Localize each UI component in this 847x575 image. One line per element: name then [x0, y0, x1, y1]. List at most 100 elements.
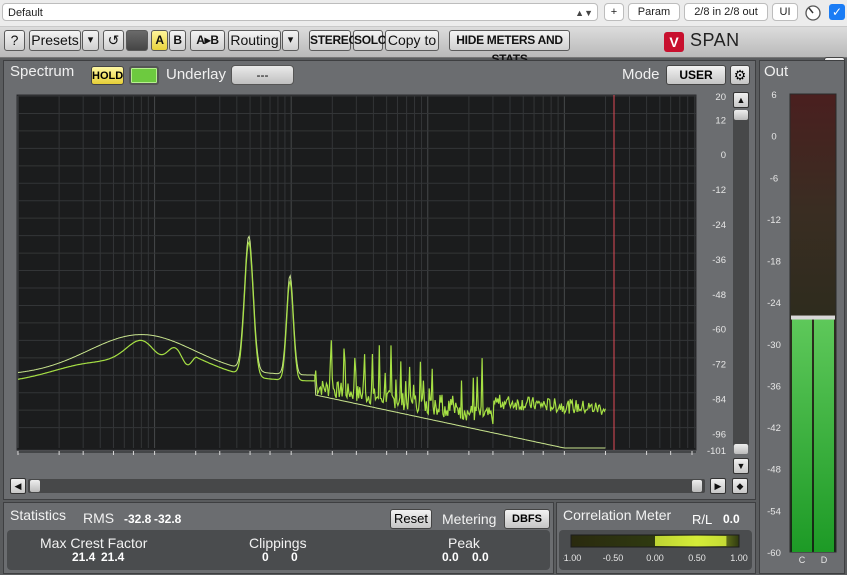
spectrum-plot[interactable]: 20 12 0 -12 -24 -36 -48 -60 -72 -84 -96 -101 123571…: [14, 92, 730, 456]
mode-label: Mode: [622, 66, 660, 83]
correlation-scale: -1.00 -0.50 0.00 0.50 1.00: [563, 553, 748, 563]
out-scale-label: -30: [767, 340, 781, 351]
out-scale-label: 0: [771, 132, 776, 143]
db-tick-label: -60: [712, 325, 726, 336]
zoom-toggle-icon[interactable]: ◆: [732, 478, 748, 494]
rl-label: R/L: [692, 512, 713, 527]
out-scale-label: 6: [771, 90, 776, 101]
out-title: Out: [764, 63, 789, 80]
rms-label: RMS: [83, 510, 115, 526]
correlation-tick-label: -0.50: [603, 553, 624, 563]
product-name: SPAN: [690, 30, 740, 50]
peak-left-value: 0.0: [442, 550, 459, 564]
presets-button[interactable]: Presets: [29, 30, 81, 51]
preset-name: Default: [8, 7, 43, 19]
out-scale-label: -18: [767, 257, 781, 268]
peak-label: Peak: [448, 535, 480, 551]
db-tick-label: -24: [712, 220, 726, 231]
db-tick-label: -12: [712, 185, 726, 196]
rms-right-value: -32.8: [154, 512, 182, 526]
scroll-left-icon[interactable]: ◀: [10, 478, 26, 494]
clip-right-value: 0: [291, 550, 298, 564]
ui-button[interactable]: UI: [772, 3, 798, 21]
out-scale-label: -24: [767, 298, 781, 309]
undo-button[interactable]: ↺: [103, 30, 124, 51]
horizontal-scrollbar[interactable]: ◀ ▶ ◆: [8, 477, 748, 495]
copy-to-button[interactable]: Copy to: [385, 30, 439, 51]
db-tick-label: -48: [712, 290, 726, 301]
add-button[interactable]: +: [604, 3, 624, 21]
out-scale-label: -6: [770, 173, 778, 184]
frequency-scale: 1235710203050701002003005007001K2K3K5K7K…: [17, 451, 696, 455]
correlation-title: Correlation Meter: [563, 507, 672, 523]
voxengo-logo: V: [664, 32, 684, 52]
correlation-fill: [655, 536, 727, 546]
out-scale-label: -36: [767, 381, 781, 392]
mix-knob-icon[interactable]: [803, 3, 823, 22]
correlation-tick-label: 1.00: [730, 553, 748, 563]
metering-label: Metering: [442, 511, 497, 527]
param-button[interactable]: Param: [628, 3, 680, 21]
host-bar: Default ▲▼ + Param 2/8 in 2/8 out UI ✓: [0, 0, 847, 27]
db-tick-label: 12: [715, 115, 726, 126]
scroll-thumb[interactable]: [734, 110, 748, 120]
copy-a-to-b-button[interactable]: A▸B: [190, 30, 225, 51]
mode-select[interactable]: USER: [666, 65, 726, 85]
scroll-down-icon[interactable]: ▼: [733, 458, 749, 474]
scroll-right-icon[interactable]: ▶: [710, 478, 726, 494]
h-scroll-track[interactable]: [28, 479, 705, 493]
underlay-select[interactable]: ---: [231, 65, 294, 85]
correlation-tick-label: 0.50: [688, 553, 706, 563]
out-scale-label: -60: [767, 548, 781, 559]
crest-right-value: 21.4: [101, 550, 125, 564]
metering-select[interactable]: DBFS: [504, 509, 550, 529]
out-scale-label: -48: [767, 465, 781, 476]
out-scale-label: -12: [767, 215, 781, 226]
clippings-label: Clippings: [249, 535, 307, 551]
select-arrows-icon: ▲▼: [575, 8, 593, 18]
bypass-checkbox[interactable]: ✓: [829, 4, 845, 20]
vertical-scrollbar[interactable]: ▲ ▼: [732, 92, 749, 474]
hide-meters-button[interactable]: HIDE METERS AND STATS: [449, 30, 570, 66]
correlation-tick-label: -1.00: [563, 553, 581, 563]
clip-left-value: 0: [262, 550, 269, 564]
reset-button[interactable]: Reset: [390, 509, 432, 529]
presets-dropdown-button[interactable]: ▾: [82, 30, 99, 51]
statistics-title: Statistics: [10, 507, 67, 523]
out-scale-label: -54: [767, 506, 781, 517]
preset-a-button[interactable]: A: [151, 30, 168, 51]
db-tick-label: -84: [712, 395, 726, 406]
stereo-button[interactable]: STEREO: [309, 30, 358, 51]
preset-b-button[interactable]: B: [169, 30, 186, 51]
help-button[interactable]: ?: [4, 30, 25, 51]
redo-button[interactable]: [126, 30, 148, 51]
rms-left-value: -32.8: [124, 512, 152, 526]
io-config-button[interactable]: 2/8 in 2/8 out: [684, 3, 768, 21]
crest-left-value: 21.4: [72, 550, 96, 564]
db-tick-label: -36: [712, 255, 726, 266]
scroll-track[interactable]: [733, 110, 749, 446]
scroll-thumb-bottom[interactable]: [734, 444, 748, 454]
rl-value: 0.0: [723, 512, 740, 526]
solo-button[interactable]: SOLO: [353, 30, 387, 51]
gear-icon[interactable]: ⚙: [730, 65, 750, 85]
routing-button[interactable]: Routing: [228, 30, 281, 51]
scroll-up-icon[interactable]: ▲: [733, 92, 749, 108]
h-scroll-thumb-right[interactable]: [692, 480, 702, 492]
db-tick-label: 20: [715, 92, 726, 103]
underlay-label: Underlay: [166, 66, 227, 83]
meter-channel-c: [792, 319, 812, 552]
routing-dropdown-button[interactable]: ▾: [282, 30, 299, 51]
spectrum-color-swatch[interactable]: [129, 66, 159, 85]
db-tick-label: -72: [712, 360, 726, 371]
peak-hold-indicator: [791, 315, 835, 320]
peak-right-value: 0.0: [472, 550, 489, 564]
preset-select[interactable]: Default ▲▼: [2, 3, 598, 21]
crest-factor-label: Max Crest Factor: [40, 535, 148, 551]
channel-label: C: [799, 555, 806, 565]
out-scale-label: -42: [767, 423, 781, 434]
channel-label: D: [821, 555, 828, 565]
h-scroll-thumb-left[interactable]: [30, 480, 40, 492]
hold-button[interactable]: HOLD: [91, 66, 124, 85]
db-tick-label: 0: [721, 150, 726, 161]
